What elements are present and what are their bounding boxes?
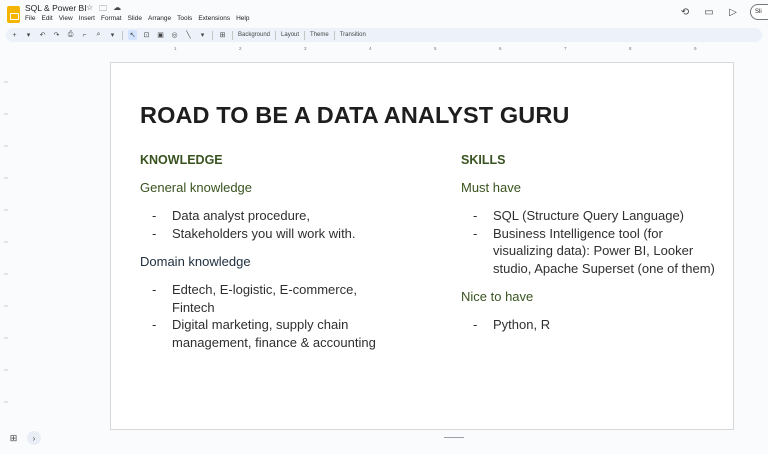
menu-extensions[interactable]: Extensions <box>198 15 230 22</box>
list-item: Business Intelligence tool (for visualiz… <box>461 225 726 278</box>
slideshow-button[interactable]: Sli <box>750 4 768 20</box>
ruler-mark: 3 <box>304 46 307 51</box>
general-knowledge-list: Data analyst procedure, Stakeholders you… <box>140 207 430 242</box>
knowledge-heading: KNOWLEDGE <box>140 153 223 167</box>
shape-icon[interactable]: ◎ <box>170 30 179 40</box>
ruler-mark: 9 <box>694 46 697 51</box>
slide-title[interactable]: ROAD TO BE A DATA ANALYST GURU <box>140 102 570 129</box>
skills-heading: SKILLS <box>461 153 506 167</box>
chevron-down-icon[interactable]: ▾ <box>198 30 207 40</box>
chevron-right-icon[interactable]: › <box>27 431 41 445</box>
textbox-icon[interactable]: ⊡ <box>142 30 151 40</box>
vertical-ruler[interactable] <box>0 62 8 432</box>
toolbar-divider <box>275 30 277 40</box>
layout-button[interactable]: Layout <box>281 32 299 38</box>
menu-tools[interactable]: Tools <box>177 15 192 22</box>
list-item: Python, R <box>461 316 751 334</box>
line-icon[interactable]: ╲ <box>184 30 193 40</box>
horizontal-ruler[interactable]: 1 2 3 4 5 6 7 8 9 <box>110 46 734 54</box>
history-icon[interactable]: ⟲ <box>678 5 692 19</box>
menu-file[interactable]: File <box>25 15 35 22</box>
menu-view[interactable]: View <box>59 15 73 22</box>
chevron-down-icon[interactable]: ▾ <box>108 30 117 40</box>
select-cursor-icon[interactable]: ↖ <box>128 30 137 40</box>
menu-arrange[interactable]: Arrange <box>148 15 171 22</box>
toolbar: + ▾ ↶ ↷ ⎙ ⌐ ⌕ ▾ ↖ ⊡ ▣ ◎ ╲ ▾ ⊞ Background… <box>6 28 762 42</box>
toolbar-divider <box>304 30 306 40</box>
toolbar-divider <box>232 30 233 40</box>
speaker-notes-drag-handle[interactable] <box>444 437 464 438</box>
chevron-down-icon[interactable]: ▾ <box>24 30 33 40</box>
skills-column[interactable]: SKILLS Must have SQL (Structure Query La… <box>461 153 751 346</box>
list-item: Data analyst procedure, <box>140 207 430 225</box>
redo-icon[interactable]: ↷ <box>52 30 61 40</box>
must-have-list: SQL (Structure Query Language) Business … <box>461 207 751 277</box>
domain-knowledge-title: Domain knowledge <box>140 254 251 270</box>
transition-button[interactable]: Transition <box>340 32 366 38</box>
domain-knowledge-list: Edtech, E-logistic, E-commerce, Fintech … <box>140 281 430 351</box>
theme-button[interactable]: Theme <box>310 32 329 38</box>
list-item: Digital marketing, supply chain manageme… <box>140 316 420 351</box>
image-icon[interactable]: ▣ <box>156 30 165 40</box>
general-knowledge-title: General knowledge <box>140 180 253 195</box>
menu-edit[interactable]: Edit <box>41 15 52 22</box>
nice-to-have-list: Python, R <box>461 316 751 334</box>
knowledge-column[interactable]: KNOWLEDGE General knowledge Data analyst… <box>140 153 430 364</box>
paint-format-icon[interactable]: ⌐ <box>80 30 89 40</box>
toolbar-divider <box>122 30 123 40</box>
menu-format[interactable]: Format <box>101 15 122 22</box>
list-item: SQL (Structure Query Language) <box>461 207 721 225</box>
nice-to-have-title: Nice to have <box>461 289 534 305</box>
grid-view-icon[interactable]: ⊞ <box>7 432 20 445</box>
slides-logo-icon[interactable] <box>7 6 20 23</box>
menu-bar: File Edit View Insert Format Slide Arran… <box>25 15 249 22</box>
comment-add-icon[interactable]: ⊞ <box>218 30 227 40</box>
background-button[interactable]: Background <box>238 32 270 38</box>
ruler-mark: 5 <box>434 46 437 51</box>
document-title[interactable]: SQL & Power BI <box>25 3 87 13</box>
ruler-mark: 1 <box>174 46 177 51</box>
toolbar-divider <box>333 30 335 40</box>
print-icon[interactable]: ⎙ <box>66 30 75 40</box>
ruler-mark: 2 <box>239 46 242 51</box>
comment-icon[interactable]: ▭ <box>702 5 716 19</box>
zoom-icon[interactable]: ⌕ <box>94 30 103 40</box>
ruler-mark: 6 <box>499 46 502 51</box>
camera-icon[interactable]: ▷ <box>726 5 740 19</box>
ruler-mark: 8 <box>629 46 632 51</box>
undo-icon[interactable]: ↶ <box>38 30 47 40</box>
ruler-mark: 7 <box>564 46 567 51</box>
toolbar-divider <box>212 30 213 40</box>
menu-slide[interactable]: Slide <box>128 15 142 22</box>
menu-help[interactable]: Help <box>236 15 249 22</box>
must-have-title: Must have <box>461 180 521 195</box>
new-slide-icon[interactable]: + <box>10 30 19 40</box>
ruler-mark: 4 <box>369 46 372 51</box>
menu-insert[interactable]: Insert <box>79 15 95 22</box>
list-item: Stakeholders you will work with. <box>140 225 430 243</box>
slide-canvas[interactable]: ROAD TO BE A DATA ANALYST GURU KNOWLEDGE… <box>110 62 734 430</box>
list-item: Edtech, E-logistic, E-commerce, Fintech <box>140 281 400 316</box>
